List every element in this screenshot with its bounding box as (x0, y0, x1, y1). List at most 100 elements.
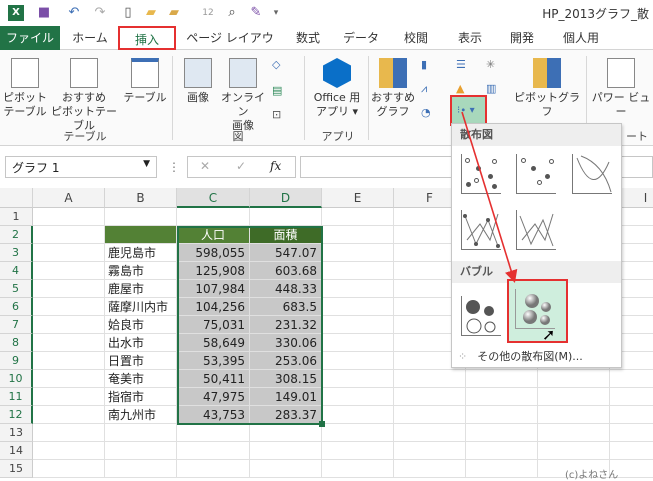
tab-review[interactable]: 校閲 (396, 26, 436, 50)
row-header[interactable]: 3 (0, 244, 33, 262)
cell[interactable] (33, 370, 105, 388)
header-cell[interactable]: 面積 (250, 226, 322, 244)
city-cell[interactable]: 南九州市 (105, 406, 177, 424)
population-cell[interactable]: 125,908 (177, 262, 250, 280)
area-cell[interactable]: 283.37 (250, 406, 322, 424)
shapes-icon[interactable]: ◇ (272, 58, 286, 72)
cell[interactable] (105, 226, 177, 244)
insert-function-icon[interactable]: fx (270, 159, 281, 173)
city-cell[interactable]: 姶良市 (105, 316, 177, 334)
folder-icon[interactable]: ▰ (166, 5, 182, 21)
population-cell[interactable]: 53,395 (177, 352, 250, 370)
cell[interactable] (322, 388, 394, 406)
row-header[interactable]: 2 (0, 226, 33, 244)
tab-view[interactable]: 表示 (450, 26, 490, 50)
cell[interactable] (250, 460, 322, 478)
customize-icon[interactable]: ▾ (268, 5, 284, 21)
cell[interactable] (322, 424, 394, 442)
scatter-straight-markers-option[interactable] (461, 210, 501, 250)
city-cell[interactable]: 薩摩川内市 (105, 298, 177, 316)
cell[interactable] (105, 208, 177, 226)
city-cell[interactable]: 鹿児島市 (105, 244, 177, 262)
tab-developer[interactable]: 開発 (502, 26, 542, 50)
cell[interactable] (610, 442, 653, 460)
cell[interactable] (394, 460, 466, 478)
select-all-button[interactable] (0, 188, 33, 208)
header-cell[interactable]: 人口 (177, 226, 250, 244)
cell[interactable] (322, 370, 394, 388)
cell[interactable] (33, 208, 105, 226)
bar-chart-icon[interactable]: ☰ (456, 58, 470, 72)
splitter-icon[interactable]: ⋮ (168, 160, 180, 174)
area-cell[interactable]: 547.07 (250, 244, 322, 262)
population-cell[interactable]: 47,975 (177, 388, 250, 406)
row-header[interactable]: 5 (0, 280, 33, 298)
cell[interactable] (610, 406, 653, 424)
population-cell[interactable]: 598,055 (177, 244, 250, 262)
column-header-b[interactable]: B (105, 188, 177, 208)
pivot-table-button[interactable]: ピボット テーブル (3, 58, 47, 119)
cell[interactable] (322, 406, 394, 424)
row-header[interactable]: 6 (0, 298, 33, 316)
row-header[interactable]: 13 (0, 424, 33, 442)
cell[interactable] (33, 334, 105, 352)
cell[interactable] (322, 280, 394, 298)
area-chart-icon[interactable]: ▲ (456, 82, 470, 96)
radar-chart-icon[interactable]: ✳ (486, 58, 500, 72)
cell[interactable] (466, 460, 538, 478)
column-chart-icon[interactable]: ▮ (421, 58, 435, 72)
cell[interactable] (322, 226, 394, 244)
cell[interactable] (322, 244, 394, 262)
cell[interactable] (322, 352, 394, 370)
tab-page-layout[interactable]: ページ レイアウト (182, 26, 278, 69)
population-cell[interactable]: 43,753 (177, 406, 250, 424)
cell[interactable] (105, 460, 177, 478)
cell[interactable] (33, 280, 105, 298)
row-header[interactable]: 11 (0, 388, 33, 406)
cell[interactable] (466, 442, 538, 460)
cell[interactable] (105, 442, 177, 460)
scatter-smooth-markers-option[interactable] (516, 154, 556, 194)
recommended-charts-button[interactable]: おすすめ グラフ (370, 58, 416, 119)
row-header[interactable]: 15 (0, 460, 33, 478)
area-cell[interactable]: 149.01 (250, 388, 322, 406)
pie-chart-icon[interactable]: ◔ (421, 106, 435, 120)
cell[interactable] (33, 406, 105, 424)
scatter-markers-option[interactable] (461, 154, 501, 194)
smartart-icon[interactable]: ▤ (272, 84, 286, 98)
row-header[interactable]: 4 (0, 262, 33, 280)
column-header-a[interactable]: A (33, 188, 105, 208)
population-cell[interactable]: 50,411 (177, 370, 250, 388)
recommended-pivot-button[interactable]: おすすめ ピボットテーブル (48, 58, 120, 133)
cell[interactable] (250, 424, 322, 442)
cell[interactable] (322, 334, 394, 352)
cell[interactable] (538, 442, 610, 460)
cell[interactable] (538, 424, 610, 442)
line-chart-icon[interactable]: ⩘ (421, 82, 435, 96)
scatter-smooth-lines-option[interactable] (572, 154, 612, 194)
cell[interactable] (322, 298, 394, 316)
tab-insert[interactable]: 挿入 (118, 26, 176, 50)
cell[interactable] (322, 316, 394, 334)
row-header[interactable]: 7 (0, 316, 33, 334)
cell[interactable] (33, 442, 105, 460)
cell[interactable] (322, 460, 394, 478)
cell[interactable] (33, 262, 105, 280)
pivot-chart-button[interactable]: ピボットグラフ▾ (514, 58, 580, 133)
cell[interactable] (33, 316, 105, 334)
chevron-down-icon[interactable]: ▼ (143, 159, 150, 169)
area-cell[interactable]: 330.06 (250, 334, 322, 352)
name-box[interactable]: グラフ 1 ▼ (5, 156, 157, 178)
row-header[interactable]: 8 (0, 334, 33, 352)
population-cell[interactable]: 75,031 (177, 316, 250, 334)
population-cell[interactable]: 58,649 (177, 334, 250, 352)
cell[interactable] (394, 424, 466, 442)
city-cell[interactable]: 奄美市 (105, 370, 177, 388)
population-cell[interactable]: 107,984 (177, 280, 250, 298)
city-cell[interactable]: 出水市 (105, 334, 177, 352)
cell[interactable] (394, 442, 466, 460)
cancel-icon[interactable]: ✕ (200, 159, 210, 173)
cell[interactable] (322, 442, 394, 460)
form-icon[interactable]: ✎ (248, 5, 264, 21)
row-header[interactable]: 1 (0, 208, 33, 226)
